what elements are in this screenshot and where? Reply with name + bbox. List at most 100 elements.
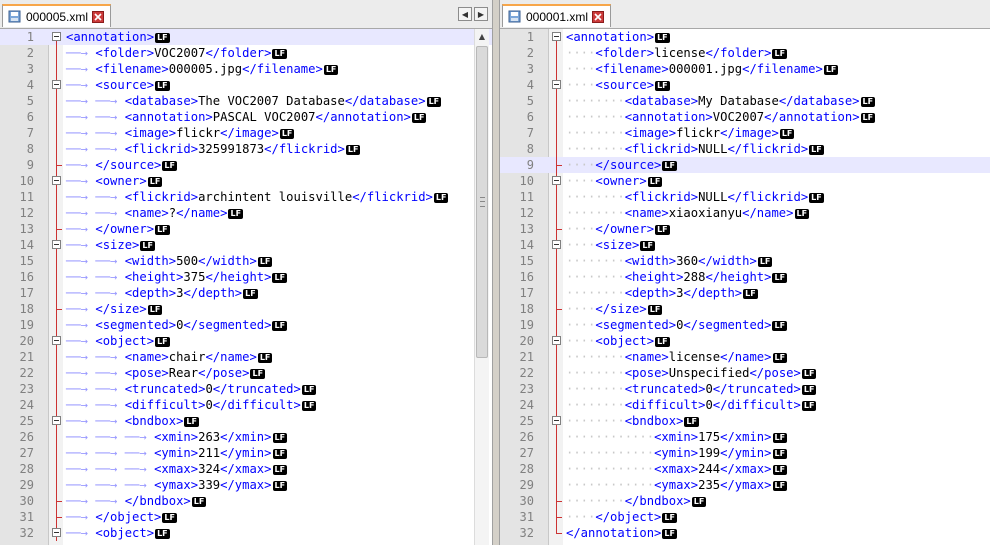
code-line[interactable]: 8 ········<flickrid>NULL</flickrid> LF xyxy=(500,141,990,157)
scrollbar-thumb[interactable] xyxy=(476,46,488,358)
fold-toggle-icon[interactable] xyxy=(52,416,61,425)
code-line[interactable]: 8 ──→ ──→ <flickrid>325991873</flickrid> L… xyxy=(0,141,492,157)
code-line[interactable]: 6 ········<annotation>VOC2007</annotation… xyxy=(500,109,990,125)
code-line[interactable]: 18 ····</size> LF xyxy=(500,301,990,317)
code-line[interactable]: 7 ········<image>flickr</image> LF xyxy=(500,125,990,141)
code-line[interactable]: 28 ············<xmax>244</xmax> LF xyxy=(500,461,990,477)
fold-toggle-icon[interactable] xyxy=(52,80,61,89)
code-line[interactable]: 26 ──→ ──→ ──→ <xmin>263</xmin> LF xyxy=(0,429,492,445)
scroll-up-arrow-icon[interactable]: ▲ xyxy=(475,29,489,45)
code-line[interactable]: 30 ──→ ──→ </bndbox> LF xyxy=(0,493,492,509)
fold-toggle-icon[interactable] xyxy=(552,80,561,89)
code-line[interactable]: 20 ····<object> LF xyxy=(500,333,990,349)
code-line[interactable]: 20 ──→ <object> LF xyxy=(0,333,492,349)
code-line[interactable]: 32 </annotation> LF xyxy=(500,525,990,541)
code-line[interactable]: 3 ──→ <filename>000005.jpg</filename> LF xyxy=(0,61,492,77)
code-line[interactable]: 17 ──→ ──→ <depth>3</depth> LF xyxy=(0,285,492,301)
code-line[interactable]: 10 ──→ <owner> LF xyxy=(0,173,492,189)
indent-guide: ···· xyxy=(595,494,625,508)
code-line[interactable]: 17 ········<depth>3</depth> LF xyxy=(500,285,990,301)
code-line[interactable]: 6 ──→ ──→ <annotation>PASCAL VOC2007</ann… xyxy=(0,109,492,125)
close-icon[interactable] xyxy=(92,10,105,23)
code-line[interactable]: 24 ──→ ──→ <difficult>0</difficult> LF xyxy=(0,397,492,413)
fold-toggle-icon[interactable] xyxy=(52,336,61,345)
eol-marker: LF xyxy=(772,353,788,363)
code-line[interactable]: 21 ──→ ──→ <name>chair</name> LF xyxy=(0,349,492,365)
eol-marker: LF xyxy=(162,161,177,171)
code-line[interactable]: 31 ──→ </object> LF xyxy=(0,509,492,525)
code-line[interactable]: 7 ──→ ──→ <image>flickr</image> LF xyxy=(0,125,492,141)
code-line[interactable]: 29 ──→ ──→ ──→ <ymax>339</ymax> LF xyxy=(0,477,492,493)
code-line[interactable]: 25 ──→ ──→ <bndbox> LF xyxy=(0,413,492,429)
code-line[interactable]: 15 ──→ ──→ <width>500</width> LF xyxy=(0,253,492,269)
code-line[interactable]: 30 ········</bndbox> LF xyxy=(500,493,990,509)
code-line[interactable]: 23 ──→ ──→ <truncated>0</truncated> LF xyxy=(0,381,492,397)
close-icon[interactable] xyxy=(592,10,605,23)
indent-guide: ···· xyxy=(566,206,596,220)
left-code-editor[interactable]: 1 <annotation> LF 2 ──→ <folder>VOC2007</fol… xyxy=(0,29,492,545)
code-line[interactable]: 28 ──→ ──→ ──→ <xmax>324</xmax> LF xyxy=(0,461,492,477)
fold-toggle-icon[interactable] xyxy=(552,176,561,185)
code-line[interactable]: 9 ····</source> LF xyxy=(500,157,990,173)
code-line[interactable]: 16 ········<height>288</height> LF xyxy=(500,269,990,285)
code-line[interactable]: 2 ──→ <folder>VOC2007</folder> LF xyxy=(0,45,492,61)
code-line[interactable]: 1 <annotation> LF xyxy=(0,29,492,45)
vertical-scrollbar[interactable]: ▲ xyxy=(474,29,489,545)
fold-toggle-icon[interactable] xyxy=(52,176,61,185)
code-line[interactable]: 29 ············<ymax>235</ymax> LF xyxy=(500,477,990,493)
code-line[interactable]: 1 <annotation> LF xyxy=(500,29,990,45)
eol-marker: LF xyxy=(772,433,788,443)
line-number: 29 xyxy=(519,478,534,492)
tab-scroll-right-button[interactable]: ▶ xyxy=(474,7,488,21)
code-line[interactable]: 32 ──→ <object> LF xyxy=(0,525,492,541)
code-line[interactable]: 19 ──→ <segmented>0</segmented> LF xyxy=(0,317,492,333)
fold-toggle-icon[interactable] xyxy=(52,528,61,537)
code-line[interactable]: 13 ──→ </owner> LF xyxy=(0,221,492,237)
fold-toggle-icon[interactable] xyxy=(52,32,61,41)
code-line[interactable]: 22 ──→ ──→ <pose>Rear</pose> LF xyxy=(0,365,492,381)
fold-toggle-icon[interactable] xyxy=(552,240,561,249)
code-line[interactable]: 16 ──→ ──→ <height>375</height> LF xyxy=(0,269,492,285)
code-line[interactable]: 9 ──→ </source> LF xyxy=(0,157,492,173)
code-line[interactable]: 26 ············<xmin>175</xmin> LF xyxy=(500,429,990,445)
code-line[interactable]: 22 ········<pose>Unspecified</pose> LF xyxy=(500,365,990,381)
code-line[interactable]: 14 ····<size> LF xyxy=(500,237,990,253)
code-line[interactable]: 12 ──→ ──→ <name>?</name> LF xyxy=(0,205,492,221)
code-line[interactable]: 21 ········<name>license</name> LF xyxy=(500,349,990,365)
code-line[interactable]: 31 ····</object> LF xyxy=(500,509,990,525)
code-line[interactable]: 3 ····<filename>000001.jpg</filename> LF xyxy=(500,61,990,77)
code-line[interactable]: 14 ──→ <size> LF xyxy=(0,237,492,253)
code-line[interactable]: 19 ····<segmented>0</segmented> LF xyxy=(500,317,990,333)
right-code-editor[interactable]: 1 <annotation> LF 2 ····<folder>license</fol… xyxy=(500,29,990,545)
xml-tag: </xmax> xyxy=(220,462,272,476)
tab-000001-xml[interactable]: 000001.xml xyxy=(502,4,612,27)
code-line[interactable]: 4 ──→ <source> LF xyxy=(0,77,492,93)
line-number: 11 xyxy=(519,190,534,204)
pane-splitter[interactable] xyxy=(492,0,500,545)
code-line[interactable]: 18 ──→ </size> LF xyxy=(0,301,492,317)
code-line[interactable]: 12 ········<name>xiaoxianyu</name> LF xyxy=(500,205,990,221)
code-line[interactable]: 24 ········<difficult>0</difficult> LF xyxy=(500,397,990,413)
fold-toggle-icon[interactable] xyxy=(552,336,561,345)
code-line[interactable]: 10 ····<owner> LF xyxy=(500,173,990,189)
code-line[interactable]: 13 ····</owner> LF xyxy=(500,221,990,237)
code-line[interactable]: 11 ──→ ──→ <flickrid>archintent louisvill… xyxy=(0,189,492,205)
code-line[interactable]: 25 ········<bndbox> LF xyxy=(500,413,990,429)
fold-line xyxy=(56,477,57,493)
fold-toggle-icon[interactable] xyxy=(552,416,561,425)
code-line[interactable]: 27 ············<ymin>199</ymin> LF xyxy=(500,445,990,461)
fold-toggle-icon[interactable] xyxy=(552,32,561,41)
code-line[interactable]: 15 ········<width>360</width> LF xyxy=(500,253,990,269)
code-line[interactable]: 27 ──→ ──→ ──→ <ymin>211</ymin> LF xyxy=(0,445,492,461)
code-line[interactable]: 11 ········<flickrid>NULL</flickrid> LF xyxy=(500,189,990,205)
tab-scroll-left-button[interactable]: ◀ xyxy=(458,7,472,21)
indent-guide: ···· xyxy=(566,254,596,268)
fold-toggle-icon[interactable] xyxy=(52,240,61,249)
tab-000005-xml[interactable]: 000005.xml xyxy=(2,4,112,27)
eol-marker: LF xyxy=(243,289,258,299)
code-line[interactable]: 2 ····<folder>license</folder> LF xyxy=(500,45,990,61)
code-line[interactable]: 5 ········<database>My Database</database… xyxy=(500,93,990,109)
code-line[interactable]: 23 ········<truncated>0</truncated> LF xyxy=(500,381,990,397)
code-line[interactable]: 5 ──→ ──→ <database>The VOC2007 Database<… xyxy=(0,93,492,109)
code-line[interactable]: 4 ····<source> LF xyxy=(500,77,990,93)
